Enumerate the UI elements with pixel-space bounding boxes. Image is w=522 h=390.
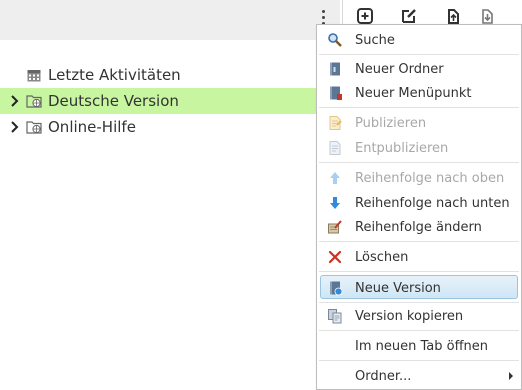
unpublish-icon <box>329 141 341 155</box>
menu-item-new-version[interactable]: Neue Version <box>320 275 518 299</box>
menu-item-delete[interactable]: Löschen <box>317 245 521 269</box>
menu-separator <box>319 302 519 303</box>
search-icon <box>328 33 342 47</box>
chevron-right-icon[interactable] <box>8 94 22 108</box>
tree-item-online-hilfe[interactable]: Online-Hilfe <box>0 114 317 140</box>
menu-item-unpublish[interactable]: Entpublizieren <box>317 136 521 160</box>
copy-version-icon <box>328 309 342 324</box>
menu-item-copy-version[interactable]: Version kopieren <box>317 304 521 328</box>
menu-separator <box>319 241 519 242</box>
menu-item-open-new-tab[interactable]: Im neuen Tab öffnen <box>317 334 521 358</box>
menu-separator <box>319 107 519 108</box>
arrow-up-icon <box>330 172 340 184</box>
menu-item-publish[interactable]: Publizieren <box>317 111 521 135</box>
arrow-down-icon <box>330 197 340 209</box>
menu-separator <box>319 360 519 361</box>
menu-separator <box>319 330 519 331</box>
tree-item-label: Letzte Aktivitäten <box>48 66 181 84</box>
new-folder-icon <box>330 62 340 76</box>
navigation-tree: › Letzte Aktivitäten Deutsche Version <box>0 62 317 140</box>
new-version-icon <box>330 281 343 296</box>
delete-icon <box>328 250 342 264</box>
top-toolbar <box>0 0 340 40</box>
menu-item-reorder[interactable]: Reihenfolge ändern <box>317 215 521 239</box>
publish-icon <box>329 116 342 130</box>
reorder-icon <box>328 220 342 234</box>
folder-globe-icon <box>26 121 42 134</box>
edit-icon[interactable] <box>399 6 419 26</box>
menu-item-search[interactable]: Suche <box>317 28 521 52</box>
calendar-icon <box>27 70 41 82</box>
tree-item-recent-activity[interactable]: › Letzte Aktivitäten <box>0 62 317 88</box>
add-icon[interactable] <box>355 6 375 26</box>
menu-item-folder-submenu[interactable]: Ordner... <box>317 364 521 388</box>
menu-separator <box>319 271 519 272</box>
menu-item-new-menu-item[interactable]: Neuer Menüpunkt <box>317 81 521 105</box>
tree-item-deutsche-version[interactable]: Deutsche Version <box>0 88 317 114</box>
tree-item-label: Online-Hilfe <box>48 118 136 136</box>
menu-separator <box>319 162 519 163</box>
context-menu: Suche Neuer Ordner Neuer Menüpunkt Publi… <box>316 24 522 390</box>
folder-globe-icon <box>26 95 42 108</box>
menu-separator <box>319 54 519 55</box>
tree-item-label: Deutsche Version <box>48 92 179 110</box>
chevron-right-icon[interactable] <box>8 120 22 134</box>
menu-item-move-up[interactable]: Reihenfolge nach oben <box>317 166 521 190</box>
menu-item-new-folder[interactable]: Neuer Ordner <box>317 57 521 81</box>
download-icon[interactable] <box>477 6 497 26</box>
upload-icon[interactable] <box>443 6 463 26</box>
new-menu-item-icon <box>330 86 342 100</box>
submenu-arrow-icon <box>509 372 513 380</box>
menu-item-move-down[interactable]: Reihenfolge nach unten <box>317 191 521 215</box>
